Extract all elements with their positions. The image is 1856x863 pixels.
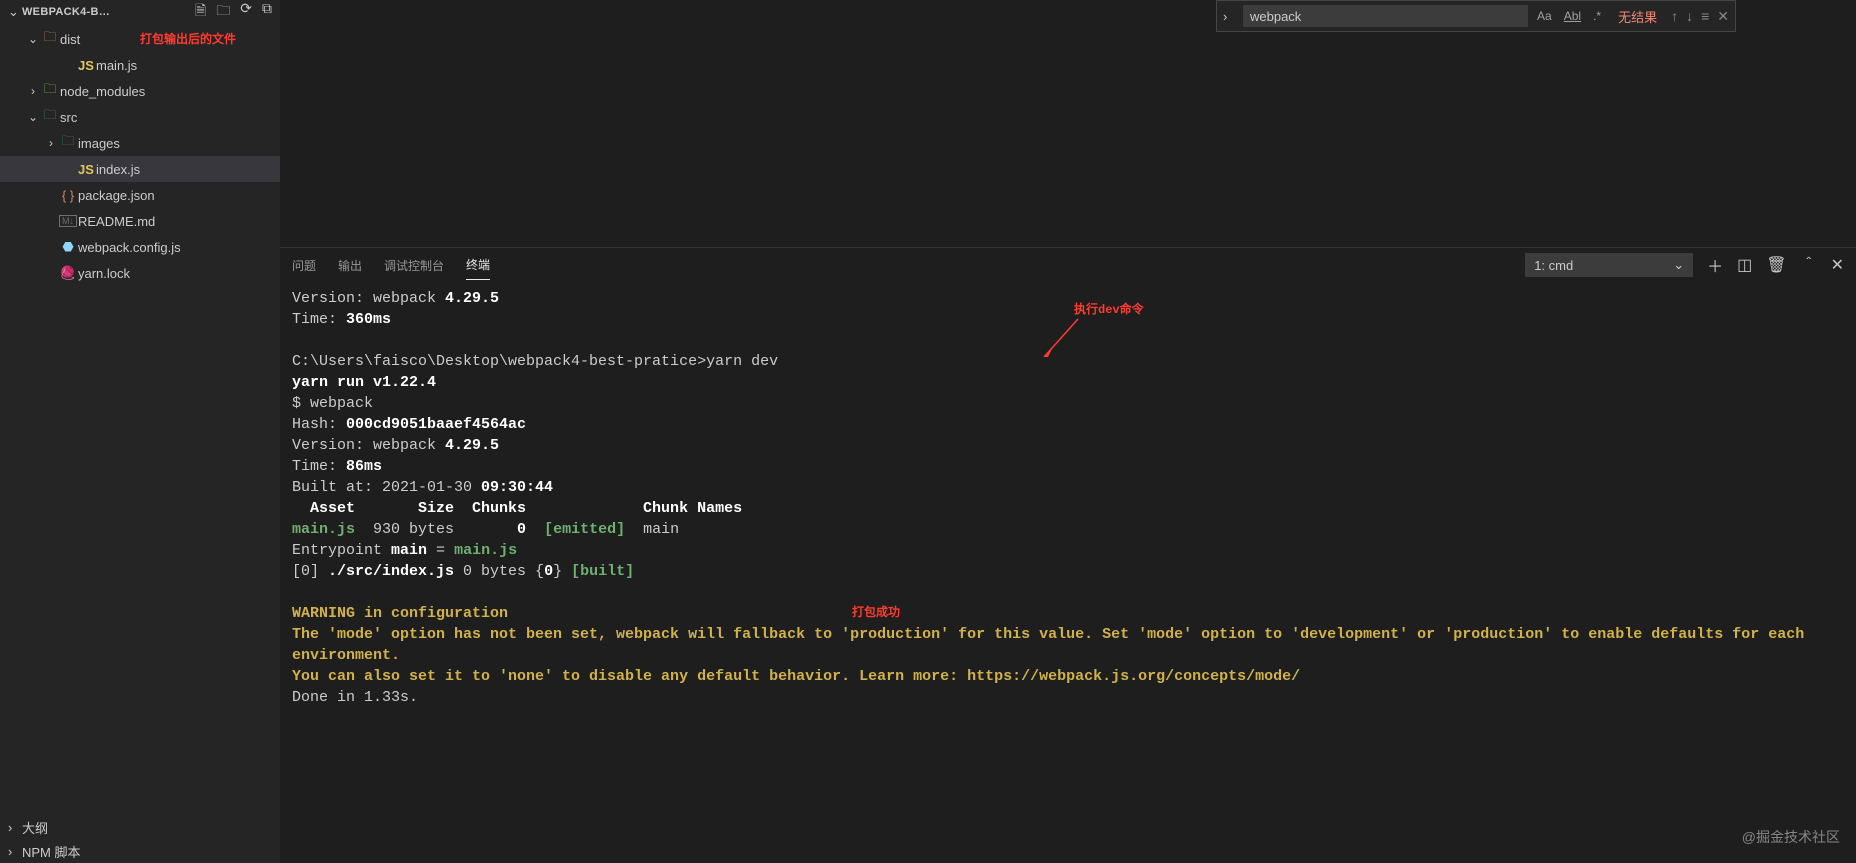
tree-folder-images[interactable]: › 🗀 images [0,130,280,156]
tab-problems[interactable]: 问题 [292,251,316,280]
tree-folder-dist[interactable]: ⌄ 🗀 dist [0,26,280,52]
folder-icon: 🗀 [40,80,60,102]
tree-file-readme[interactable]: M↓ README.md [0,208,280,234]
search-input[interactable] [1243,5,1528,27]
selection-icon[interactable]: ≡ [1701,8,1709,24]
watermark: @掘金技术社区 [1742,827,1840,847]
tree-file-package-json[interactable]: { } package.json [0,182,280,208]
webpack-icon: ⬣ [58,239,78,255]
panel: 问题 输出 调试控制台 终端 1: cmd ⌄ ＋ ◫ 🗑 ＾ ✕ 执行dev命… [280,247,1856,863]
outline-section[interactable]: › 大纲 [0,815,280,839]
match-case-icon[interactable]: Aa [1534,8,1555,24]
search-result-count: 无结果 [1618,7,1657,26]
new-terminal-icon[interactable]: ＋ [1707,253,1723,277]
npm-scripts-section[interactable]: › NPM 脚本 [0,839,280,863]
find-widget: › Aa Abl .* 无结果 ↑ ↓ ≡ ✕ [1216,0,1736,32]
chevron-right-icon: › [26,84,40,98]
new-file-icon[interactable]: 🗎 [195,0,206,24]
maximize-icon[interactable]: ＾ [1801,253,1817,277]
chevron-down-icon: ⌄ [26,32,40,46]
split-terminal-icon[interactable]: ◫ [1737,255,1752,275]
project-title: WEBPACK4-B… [22,6,195,18]
chevron-right-icon: › [8,820,22,835]
chevron-right-icon[interactable]: › [1223,9,1237,24]
chevron-right-icon: › [8,844,22,859]
chevron-down-icon: ⌄ [1673,257,1684,273]
chevron-down-icon: ⌄ [26,110,40,124]
folder-icon: 🗀 [40,106,60,128]
main-area: › Aa Abl .* 无结果 ↑ ↓ ≡ ✕ 问题 输出 调试控制台 终端 1… [280,0,1856,863]
tree-file-index-js[interactable]: JS index.js [0,156,280,182]
json-icon: { } [58,188,78,203]
tree-folder-node-modules[interactable]: › 🗀 node_modules [0,78,280,104]
regex-icon[interactable]: .* [1590,8,1604,24]
collapse-all-icon[interactable]: ⧉ [262,0,272,24]
sidebar-bottom: › 大纲 › NPM 脚本 [0,815,280,863]
md-icon: M↓ [58,215,78,227]
yarn-icon: 🧶 [58,265,78,281]
terminal-dropdown[interactable]: 1: cmd ⌄ [1525,253,1693,277]
tree-file-webpack-config[interactable]: ⬣ webpack.config.js [0,234,280,260]
tree-file-yarn-lock[interactable]: 🧶 yarn.lock [0,260,280,286]
chevron-right-icon: › [44,136,58,150]
tab-terminal[interactable]: 终端 [466,250,490,280]
arrow-annotation [1040,317,1080,361]
explorer-sidebar: ⌄ WEBPACK4-B… 🗎 🗀 ⟳ ⧉ 打包输出后的文件 ⌄ 🗀 dist … [0,0,280,863]
js-icon: JS [76,162,96,177]
panel-tabs: 问题 输出 调试控制台 终端 1: cmd ⌄ ＋ ◫ 🗑 ＾ ✕ [280,248,1856,282]
file-tree: 打包输出后的文件 ⌄ 🗀 dist JS main.js › 🗀 node_mo… [0,24,280,815]
tree-file-main-js[interactable]: JS main.js [0,52,280,78]
editor-area [280,0,1856,247]
close-icon[interactable]: ✕ [1717,8,1729,25]
chevron-down-icon[interactable]: ⌄ [8,4,22,20]
new-folder-icon[interactable]: 🗀 [216,0,230,24]
js-icon: JS [76,58,96,73]
folder-icon: 🗀 [40,28,60,50]
prev-match-icon[interactable]: ↑ [1671,8,1678,24]
tree-folder-src[interactable]: ⌄ 🗀 src [0,104,280,130]
explorer-header: ⌄ WEBPACK4-B… 🗎 🗀 ⟳ ⧉ [0,0,280,24]
tab-output[interactable]: 输出 [338,251,362,280]
tab-debug-console[interactable]: 调试控制台 [384,251,444,280]
close-panel-icon[interactable]: ✕ [1831,255,1844,275]
refresh-icon[interactable]: ⟳ [240,0,252,24]
whole-word-icon[interactable]: Abl [1561,8,1584,24]
folder-icon: 🗀 [58,132,78,154]
next-match-icon[interactable]: ↓ [1686,8,1693,24]
kill-terminal-icon[interactable]: 🗑 [1766,255,1786,275]
terminal-output[interactable]: 执行dev命令 打包成功 Version: webpack 4.29.5 Tim… [280,282,1856,863]
